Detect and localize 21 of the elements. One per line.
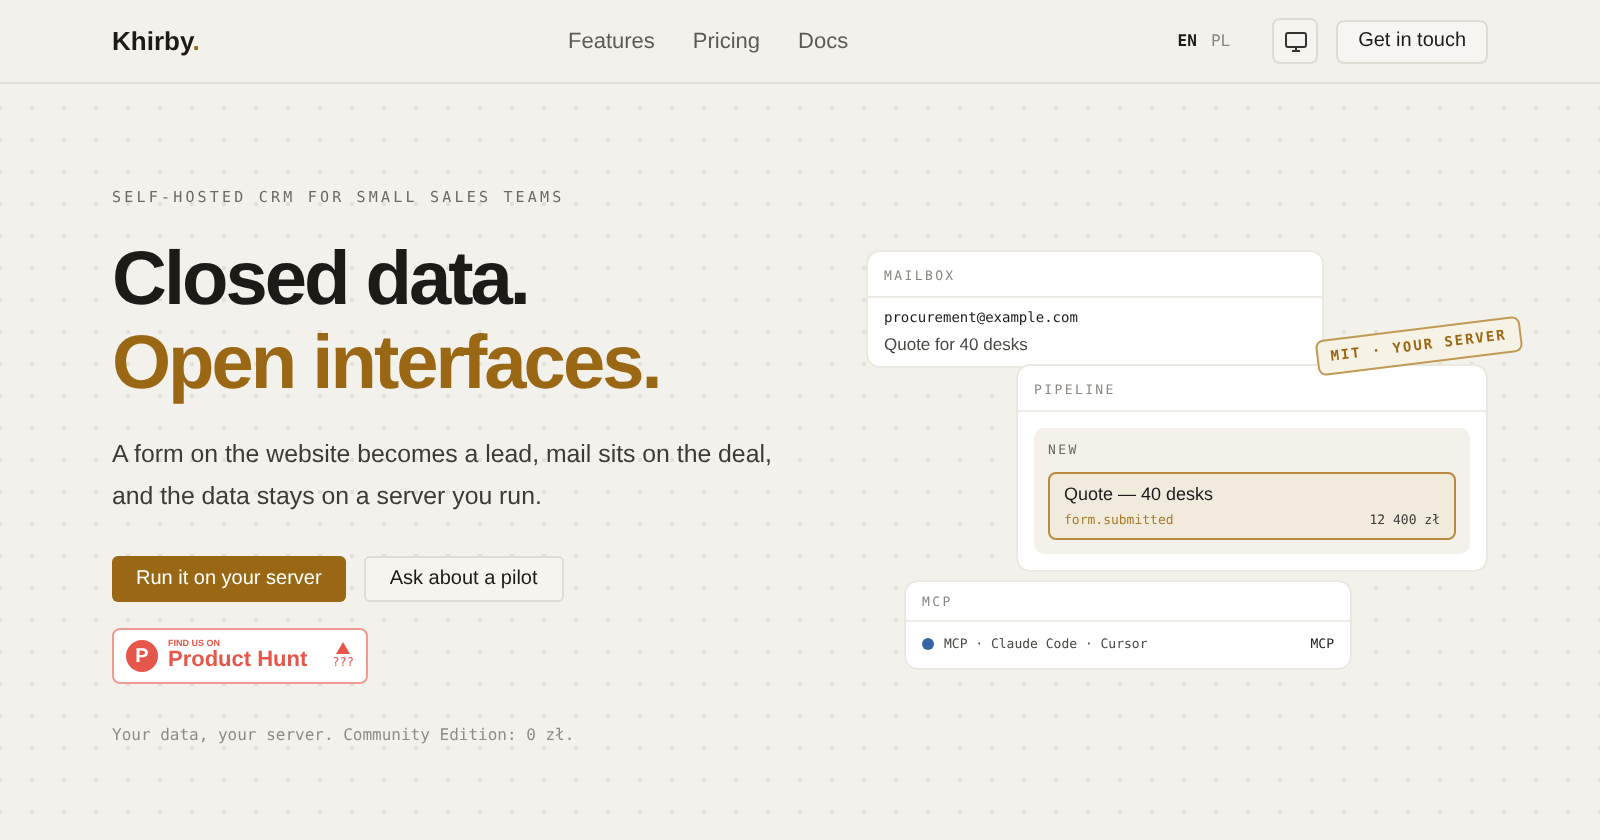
monitor-icon — [1283, 29, 1308, 53]
logo[interactable]: Khirby. — [112, 26, 552, 56]
language-link[interactable]: PL — [1210, 32, 1231, 50]
lead-paragraph: A form on the website becomes a lead, mail sits on the deal, and the data stays on a server you run. — [112, 438, 774, 514]
upvote-icon — [336, 642, 351, 654]
footnote-text: Your data, your server. Community Edition: 0 zł. — [112, 726, 577, 744]
get-in-touch-button[interactable]: Get in touch — [1336, 19, 1488, 63]
nav-link[interactable]: Features — [568, 29, 655, 53]
nav-link[interactable]: Docs — [798, 29, 849, 53]
language-link[interactable]: EN — [1177, 32, 1197, 50]
mail-subject: Quote for 40 desks — [884, 334, 1030, 354]
run-on-server-button[interactable]: Run it on your server — [112, 556, 346, 602]
headline: Closed data. — [112, 238, 528, 322]
ask-pilot-button[interactable]: Ask about a pilot — [363, 556, 564, 602]
product-hunt-logo: P — [126, 640, 158, 672]
display-button[interactable] — [1272, 18, 1319, 64]
badge-title: Product Hunt — [168, 650, 308, 673]
nav-link[interactable]: Pricing — [692, 29, 761, 53]
status-dot-icon — [922, 638, 934, 650]
deal-title: Quote — 40 desks — [1064, 484, 1216, 504]
headline-accent: Open interfaces. — [112, 322, 660, 406]
